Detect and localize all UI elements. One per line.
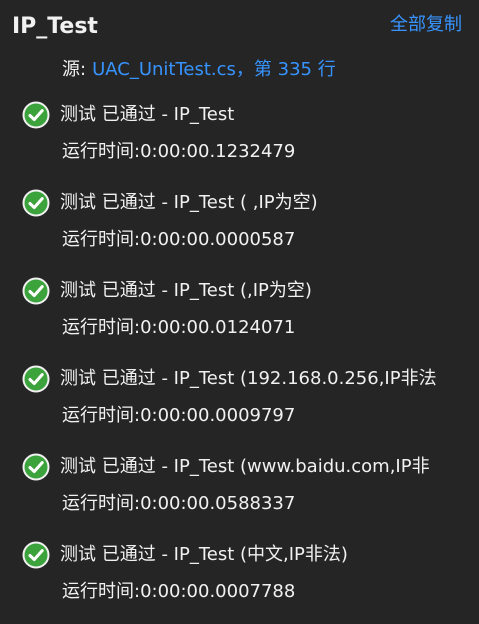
check-circle-icon bbox=[22, 189, 50, 217]
result-duration: 运行时间:0:00:00.0124071 bbox=[62, 317, 296, 338]
source-label: 源: bbox=[62, 59, 87, 80]
result-line: 测试 已通过 - IP_Test (中文,IP非法) bbox=[22, 540, 479, 570]
result-line: 测试 已通过 - IP_Test bbox=[22, 100, 479, 130]
result-line: 测试 已通过 - IP_Test ( ,IP为空) bbox=[22, 188, 479, 218]
result-status-text[interactable]: 测试 已通过 - IP_Test ( ,IP为空) bbox=[60, 189, 318, 217]
check-circle-icon bbox=[22, 541, 50, 569]
result-status-text[interactable]: 测试 已通过 - IP_Test (192.168.0.256,IP非法 bbox=[60, 365, 437, 393]
check-circle-icon bbox=[22, 277, 50, 305]
check-circle-icon bbox=[22, 453, 50, 481]
result-status-text[interactable]: 测试 已通过 - IP_Test bbox=[60, 101, 234, 129]
test-result: 测试 已通过 - IP_Test ( ,IP为空) 运行时间:0:00:00.0… bbox=[0, 184, 479, 272]
result-duration: 运行时间:0:00:00.0000587 bbox=[62, 229, 296, 250]
result-line: 测试 已通过 - IP_Test (,IP为空) bbox=[22, 276, 479, 306]
test-result: 测试 已通过 - IP_Test (中文,IP非法) 运行时间:0:00:00.… bbox=[0, 536, 479, 624]
result-duration: 运行时间:0:00:00.0009797 bbox=[62, 405, 296, 426]
result-status-text[interactable]: 测试 已通过 - IP_Test (中文,IP非法) bbox=[60, 541, 348, 569]
result-duration: 运行时间:0:00:00.1232479 bbox=[62, 141, 296, 162]
copy-all-link[interactable]: 全部复制 bbox=[390, 12, 462, 38]
test-result: 测试 已通过 - IP_Test (192.168.0.256,IP非法 运行时… bbox=[0, 360, 479, 448]
page-title: IP_Test bbox=[12, 14, 98, 39]
result-duration: 运行时间:0:00:00.0588337 bbox=[62, 493, 296, 514]
result-status-text[interactable]: 测试 已通过 - IP_Test (,IP为空) bbox=[60, 277, 312, 305]
check-circle-icon bbox=[22, 101, 50, 129]
test-result: 测试 已通过 - IP_Test (,IP为空) 运行时间:0:00:00.01… bbox=[0, 272, 479, 360]
check-circle-icon bbox=[22, 365, 50, 393]
source-row: 源: UAC_UnitTest.cs，第 335 行 bbox=[62, 56, 336, 84]
result-duration: 运行时间:0:00:00.0007788 bbox=[62, 581, 296, 602]
source-file-link[interactable]: UAC_UnitTest.cs，第 335 行 bbox=[92, 59, 336, 80]
header: IP_Test 全部复制 bbox=[0, 0, 479, 52]
test-result: 测试 已通过 - IP_Test (www.baidu.com,IP非 运行时间… bbox=[0, 448, 479, 536]
test-result: 测试 已通过 - IP_Test 运行时间:0:00:00.1232479 bbox=[0, 96, 479, 184]
result-line: 测试 已通过 - IP_Test (192.168.0.256,IP非法 bbox=[22, 364, 479, 394]
result-status-text[interactable]: 测试 已通过 - IP_Test (www.baidu.com,IP非 bbox=[60, 453, 430, 481]
result-line: 测试 已通过 - IP_Test (www.baidu.com,IP非 bbox=[22, 452, 479, 482]
results-list: 测试 已通过 - IP_Test 运行时间:0:00:00.1232479 测试… bbox=[0, 96, 479, 624]
